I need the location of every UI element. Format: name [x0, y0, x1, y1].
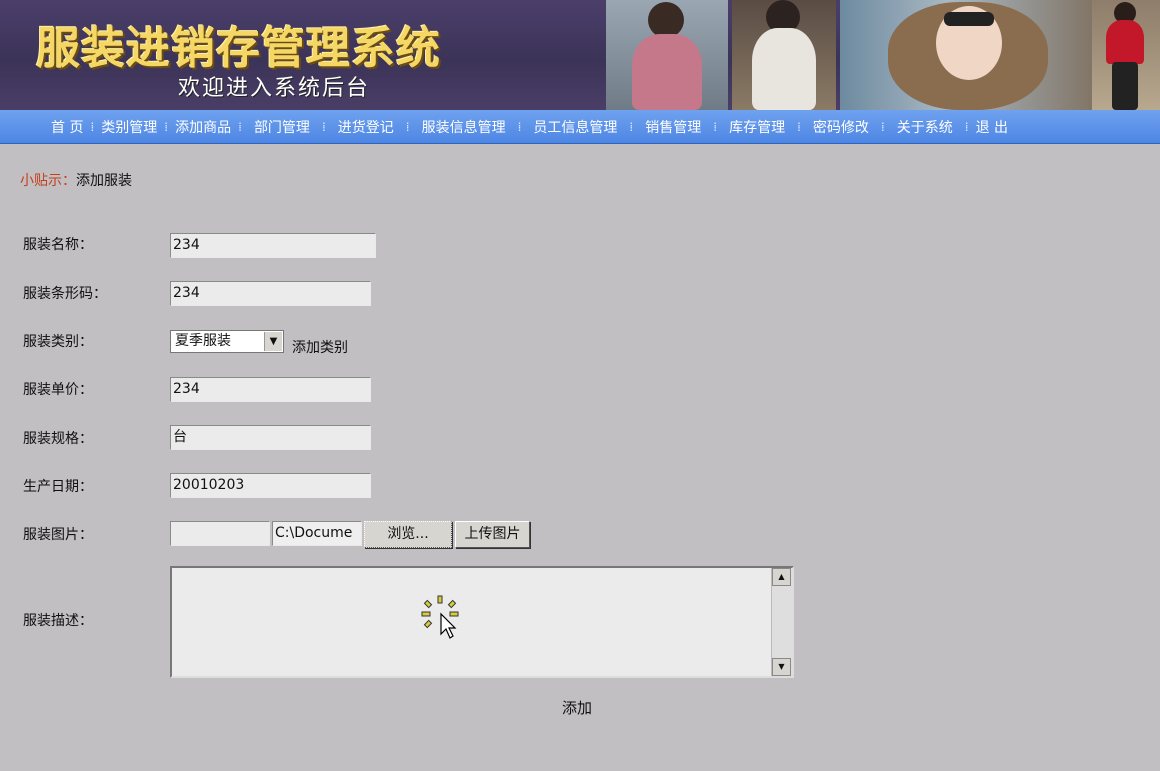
tip-breadcrumb: 小贴示：添加服装	[20, 170, 132, 190]
textarea-scrollbar[interactable]: ▲ ▼	[771, 568, 792, 676]
nav-logout[interactable]: 退 出	[969, 117, 1015, 137]
description-textarea[interactable]: ▲ ▼	[170, 566, 794, 678]
barcode-label: 服装条形码：	[23, 286, 107, 302]
scroll-up-icon[interactable]: ▲	[772, 568, 791, 586]
banner-photo-1	[606, 0, 728, 110]
banner-photo-4	[1092, 0, 1160, 110]
banner-photos	[592, 0, 1160, 110]
barcode-input[interactable]: 234	[170, 281, 371, 306]
file-path-input[interactable]: C:\Docume	[272, 521, 362, 546]
scroll-down-icon[interactable]: ▼	[772, 658, 791, 676]
spec-label: 服装规格：	[23, 431, 93, 447]
busy-cursor-icon	[421, 595, 459, 639]
system-title: 服装进销存管理系统	[36, 23, 441, 74]
chevron-down-icon[interactable]: ▼	[264, 332, 282, 351]
add-category-link[interactable]: 添加类别	[292, 337, 348, 357]
nav-password-change[interactable]: 密码修改	[801, 117, 881, 137]
nav-department-manage[interactable]: 部门管理	[242, 117, 322, 137]
nav-sales-manage[interactable]: 销售管理	[633, 117, 713, 137]
nav-home[interactable]: 首 页	[44, 117, 90, 137]
upload-image-button[interactable]: 上传图片	[455, 521, 530, 548]
nav-add-product[interactable]: 添加商品	[168, 117, 238, 137]
nav-employee-info[interactable]: 员工信息管理	[521, 117, 629, 137]
date-input[interactable]: 20010203	[170, 473, 371, 498]
nav-inventory-manage[interactable]: 库存管理	[717, 117, 797, 137]
tip-text: 添加服装	[76, 173, 132, 189]
name-label: 服装名称：	[23, 237, 93, 253]
description-label: 服装描述：	[23, 613, 93, 629]
price-input[interactable]: 234	[170, 377, 371, 402]
system-subtitle: 欢迎进入系统后台	[178, 76, 371, 101]
date-label: 生产日期：	[23, 479, 93, 495]
banner-photo-3	[840, 0, 1110, 110]
category-label: 服装类别：	[23, 334, 93, 350]
nav-about[interactable]: 关于系统	[885, 117, 965, 137]
banner-photo-2	[732, 0, 836, 110]
nav-clothing-info[interactable]: 服装信息管理	[410, 117, 518, 137]
price-label: 服装单价：	[23, 382, 93, 398]
image-path-input[interactable]	[170, 521, 270, 546]
main-navbar: 首 页 ⁞ 类别管理 ⁞ 添加商品 ⁞ 部门管理 ⁞ 进货登记 ⁞ 服装信息管理…	[0, 110, 1160, 144]
image-label: 服装图片：	[23, 527, 93, 543]
submit-add-button[interactable]: 添加	[562, 697, 592, 718]
header-banner: 服装进销存管理系统 欢迎进入系统后台	[0, 0, 1160, 110]
spec-input[interactable]: 台	[170, 425, 371, 450]
browse-button[interactable]: 浏览...	[364, 521, 452, 548]
name-input[interactable]: 234	[170, 233, 376, 258]
tip-label: 小贴示：	[20, 173, 76, 189]
category-select[interactable]: 夏季服装 ▼	[170, 330, 284, 353]
nav-purchase-register[interactable]: 进货登记	[326, 117, 406, 137]
category-selected-value: 夏季服装	[175, 333, 231, 349]
nav-category-manage[interactable]: 类别管理	[94, 117, 164, 137]
